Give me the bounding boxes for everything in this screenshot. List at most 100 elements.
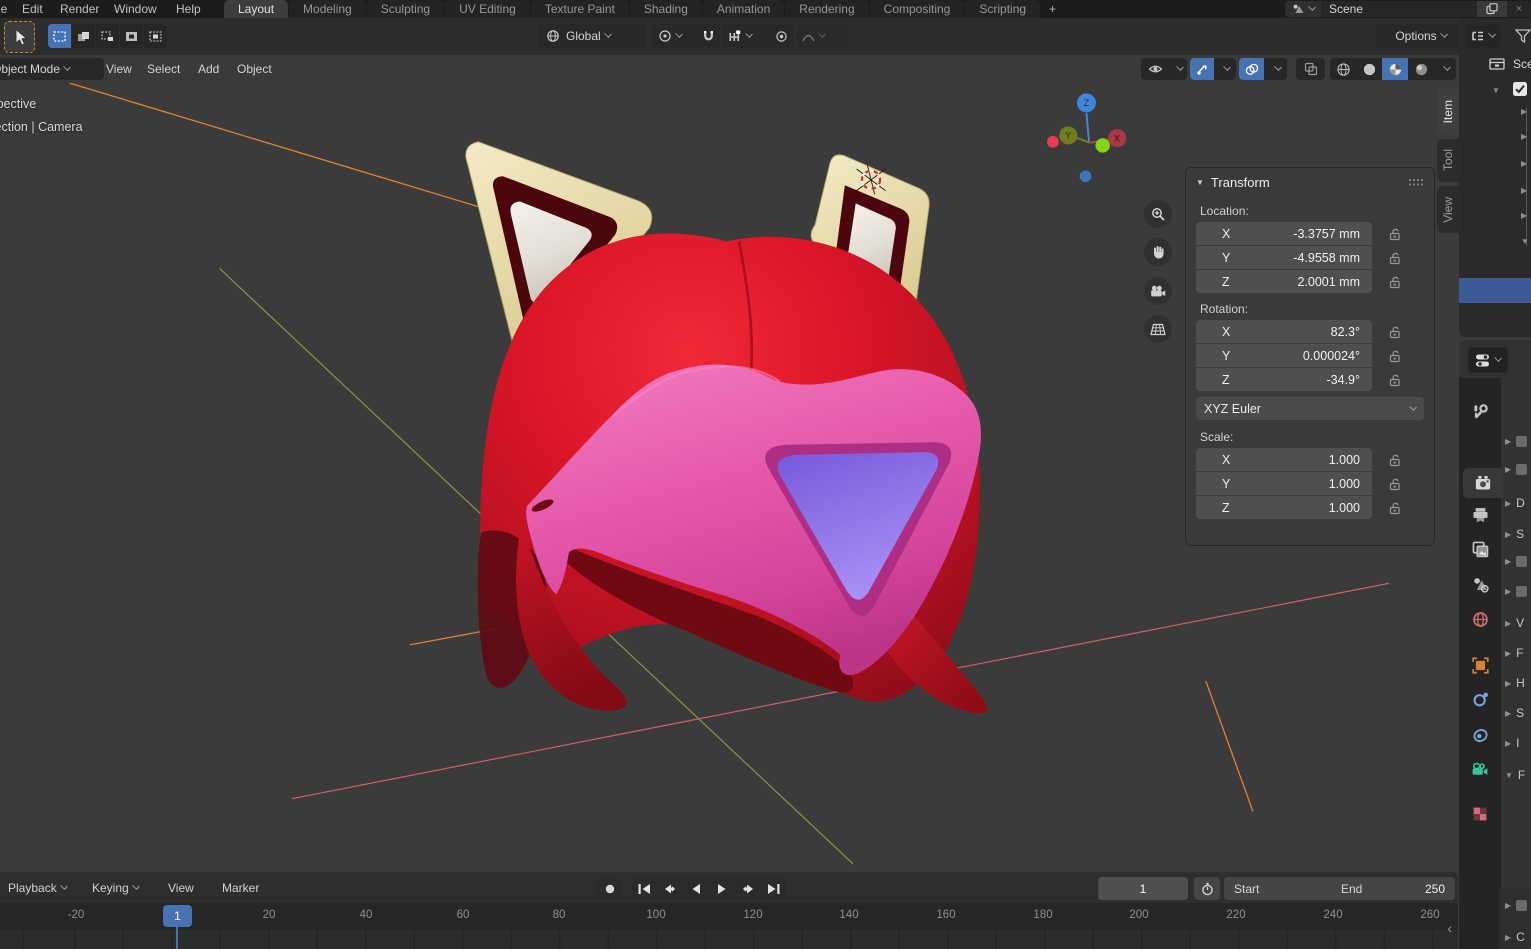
prev-frame-button[interactable] [683, 878, 708, 899]
viewport-menu-select[interactable]: Select [139, 58, 188, 80]
menu-edit[interactable]: Edit [18, 0, 47, 18]
unlink-scene-button[interactable]: × [1507, 1, 1531, 17]
workspace-tab-uv-editing[interactable]: UV Editing [445, 0, 530, 18]
select-mode-invert[interactable] [120, 24, 143, 48]
tab-object-data[interactable] [1461, 754, 1499, 784]
record-button[interactable] [597, 878, 622, 899]
camera-view-button[interactable] [1144, 277, 1172, 305]
gizmo-dropdown[interactable] [1214, 58, 1236, 80]
collapse-region-chevron[interactable]: ‹ [1447, 920, 1452, 936]
editor-type-dropdown[interactable] [1468, 347, 1508, 373]
workspace-tab-layout[interactable]: Layout [224, 0, 288, 18]
panel-row[interactable]: ▶ [1505, 436, 1527, 447]
scene-collection-row[interactable]: Scene Collection [1489, 54, 1531, 74]
panel-row[interactable]: ▶S [1505, 706, 1524, 720]
navigation-gizmo[interactable]: Z Y X [1047, 93, 1126, 182]
expand-triangle-icon[interactable]: ▼ [1521, 237, 1529, 246]
select-mode-intersect[interactable] [144, 24, 167, 48]
gizmo-x-neg-axis[interactable] [1047, 136, 1059, 148]
select-mode-subtract[interactable] [96, 24, 119, 48]
gizmo-z-neg-axis[interactable] [1080, 170, 1092, 182]
proportional-editing-toggle[interactable] [770, 24, 793, 48]
marker-menu[interactable]: Marker [222, 878, 259, 898]
tab-render[interactable] [1463, 468, 1503, 498]
jump-to-start-button[interactable] [631, 878, 656, 899]
next-keyframe-button[interactable] [735, 878, 760, 899]
active-tool-select-box[interactable] [4, 21, 35, 53]
expand-triangle-icon[interactable]: ▶ [1521, 186, 1527, 195]
workspace-tab-compositing[interactable]: Compositing [870, 0, 965, 18]
collection-checkbox[interactable] [1513, 82, 1527, 96]
panel-row[interactable]: ▶V [1505, 616, 1524, 630]
expand-triangle-icon[interactable]: ▶ [1521, 132, 1527, 141]
use-preview-range-toggle[interactable] [1194, 877, 1220, 900]
rotation-x-field[interactable]: X82.3° [1196, 320, 1372, 343]
menu-window[interactable]: Window [110, 0, 161, 18]
rotation-y-field[interactable]: Y0.000024° [1196, 344, 1372, 367]
panel-grip-icon[interactable] [1408, 178, 1424, 187]
snap-toggle[interactable] [697, 24, 720, 48]
tab-tool[interactable] [1461, 396, 1499, 426]
shading-material-button[interactable] [1382, 58, 1408, 80]
scene-browse-button[interactable] [1285, 1, 1321, 17]
xray-toggle[interactable] [1296, 58, 1325, 80]
npanel-tab-item[interactable]: Item [1437, 88, 1459, 135]
panel-row[interactable]: ▶ [1505, 586, 1527, 597]
lock-icon[interactable] [1388, 325, 1402, 339]
workspace-tab-rendering[interactable]: Rendering [785, 0, 868, 18]
panel-row[interactable]: ▶D [1505, 496, 1525, 510]
pan-button[interactable] [1144, 238, 1172, 266]
panel-row[interactable]: ▼F [1505, 768, 1525, 782]
menu-file[interactable]: File [0, 0, 11, 18]
gizmo-y-pos-axis[interactable] [1095, 138, 1109, 152]
editor-type-dropdown[interactable] [1465, 24, 1501, 48]
current-frame-field[interactable]: 1 [1098, 877, 1188, 900]
ortho-toggle-button[interactable] [1144, 315, 1172, 343]
expand-triangle-icon[interactable]: ▶ [1521, 107, 1527, 116]
panel-row[interactable]: ▶F [1505, 646, 1524, 660]
viewport-menu-add[interactable]: Add [190, 58, 227, 80]
playhead-line[interactable] [176, 927, 178, 949]
keying-menu[interactable]: Keying [92, 878, 139, 898]
lock-icon[interactable] [1388, 251, 1402, 265]
tab-texture[interactable] [1461, 799, 1499, 829]
tab-scene[interactable] [1461, 569, 1499, 599]
select-mode-extend[interactable] [72, 24, 95, 48]
jump-to-end-button[interactable] [761, 878, 786, 899]
options-dropdown[interactable]: Options [1376, 24, 1466, 48]
panel-row[interactable]: ▶ [1505, 900, 1527, 911]
panel-row[interactable]: ▶ [1505, 556, 1527, 567]
menu-help[interactable]: Help [172, 0, 205, 18]
filter-icon[interactable] [1515, 28, 1531, 44]
object-visibility-dropdown[interactable] [1141, 58, 1187, 80]
overlays-dropdown[interactable] [1264, 58, 1287, 80]
workspace-tab-modeling[interactable]: Modeling [289, 0, 366, 18]
scale-z-field[interactable]: Z1.000 [1196, 496, 1372, 519]
rotation-mode-dropdown[interactable]: XYZ Euler [1196, 397, 1424, 420]
panel-row[interactable]: ▶I [1505, 736, 1520, 750]
menu-render[interactable]: Render [56, 0, 103, 18]
mode-dropdown[interactable]: Object Mode [0, 58, 104, 80]
playhead-badge[interactable]: 1 [163, 905, 192, 927]
scale-x-field[interactable]: X1.000 [1196, 448, 1372, 471]
expand-triangle-icon[interactable]: ▶ [1521, 211, 1527, 220]
scene-name[interactable]: Scene [1321, 2, 1477, 16]
lock-icon[interactable] [1388, 373, 1402, 387]
panel-row[interactable]: ▶ [1505, 464, 1527, 475]
workspace-tab-sculpting[interactable]: Sculpting [367, 0, 444, 18]
shading-solid-button[interactable] [1356, 58, 1382, 80]
transform-orientation-dropdown[interactable]: Global [538, 24, 646, 48]
panel-row[interactable]: ▶C [1505, 930, 1525, 944]
panel-row[interactable]: ▶S [1505, 527, 1524, 541]
lock-icon[interactable] [1388, 227, 1402, 241]
workspace-tab-scripting[interactable]: Scripting [965, 0, 1040, 18]
workspace-tab-shading[interactable]: Shading [630, 0, 702, 18]
tab-output[interactable] [1461, 500, 1499, 530]
lock-icon[interactable] [1388, 501, 1402, 515]
prev-keyframe-button[interactable] [657, 878, 682, 899]
show-overlays-toggle[interactable] [1239, 58, 1264, 80]
workspace-tab-texture-paint[interactable]: Texture Paint [531, 0, 629, 18]
tab-world[interactable] [1461, 604, 1499, 634]
collapse-triangle-icon[interactable]: ▼ [1196, 178, 1204, 187]
location-y-field[interactable]: Y-4.9558 mm [1196, 246, 1372, 269]
